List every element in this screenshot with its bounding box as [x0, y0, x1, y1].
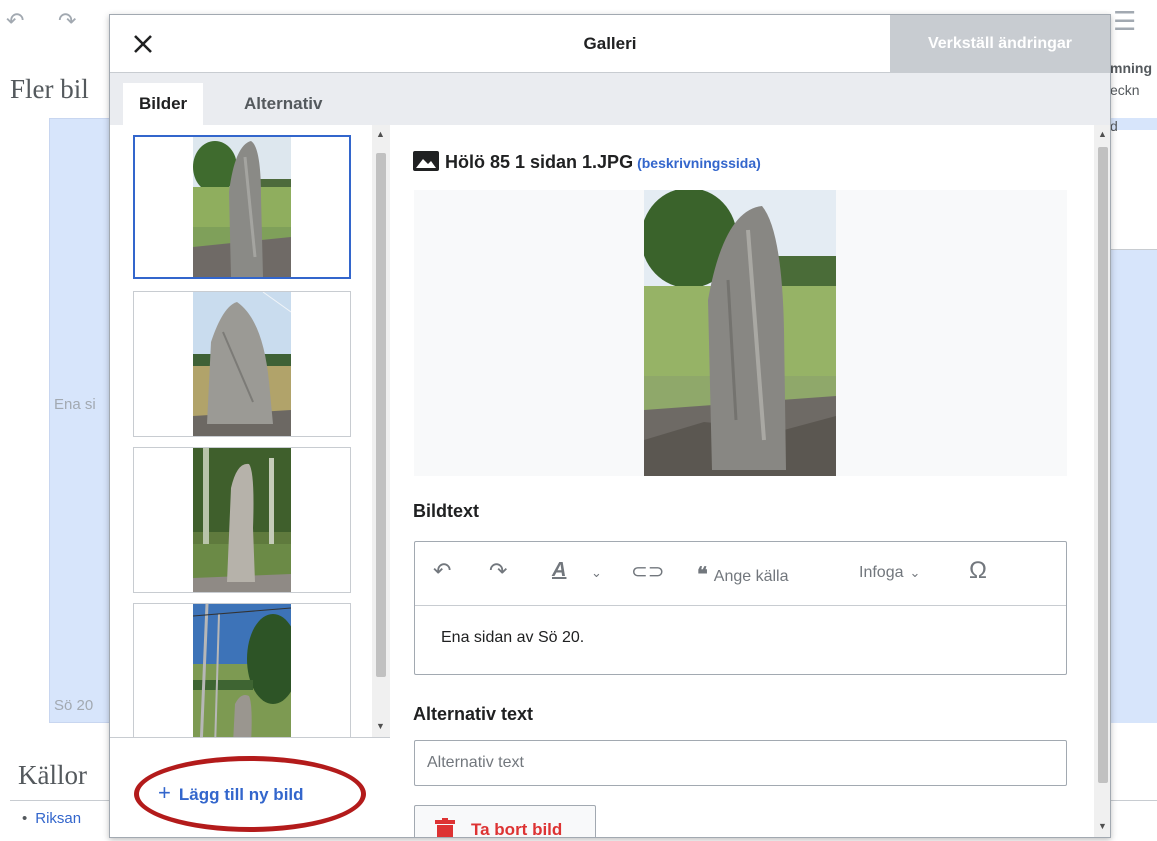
background-source-link: Riksan	[35, 810, 82, 827]
delete-image-label: Ta bort bild	[471, 820, 563, 838]
scroll-down-icon[interactable]: ▼	[1098, 821, 1107, 831]
scrollbar-thumb[interactable]	[376, 153, 386, 677]
tab-images[interactable]: Bilder	[123, 83, 204, 125]
file-title: Hölö 85 1 sidan 1.JPG (beskrivningssida)	[413, 151, 761, 176]
tab-options[interactable]: Alternativ	[228, 83, 338, 125]
background-heading-sources: Källor	[18, 760, 87, 790]
redo-icon: ↷	[58, 8, 77, 33]
text-style-icon[interactable]: A	[552, 559, 566, 582]
insert-menu-button[interactable]: Infoga ⌄	[859, 562, 920, 582]
redo-icon[interactable]: ↷	[489, 558, 507, 584]
thumbnail-item-1[interactable]	[133, 135, 351, 279]
background-right-text-3: d	[1110, 118, 1118, 134]
background-caption-2: Sö 20	[54, 697, 94, 714]
caption-editor: ↶ ↷ A ⌄ ⊂⊃ ❝ Ange källa Infoga ⌄ Ω Ena sid…	[414, 541, 1067, 675]
quote-icon: ❝	[697, 564, 708, 586]
detail-scrollbar[interactable]: ▲ ▼	[1094, 125, 1110, 837]
bullet-icon: •	[22, 810, 28, 827]
add-image-label: Lägg till ny bild	[178, 785, 304, 804]
cite-button[interactable]: ❝ Ange källa	[697, 562, 788, 587]
background-heading-more-images: Fler bil	[10, 74, 89, 104]
insert-label: Infoga	[859, 564, 904, 581]
special-character-icon[interactable]: Ω	[969, 557, 987, 585]
file-name: Hölö 85 1 sidan 1.JPG	[445, 152, 634, 172]
alt-text-input[interactable]	[414, 740, 1067, 786]
background-right-text-1: mning	[1110, 60, 1152, 76]
cite-label: Ange källa	[713, 568, 789, 585]
chevron-down-icon[interactable]: ⌄	[591, 565, 602, 581]
dialog-header: Galleri Verkställ ändringar	[110, 15, 1110, 73]
scroll-down-icon[interactable]: ▼	[376, 721, 385, 731]
description-page-link[interactable]: (beskrivningssida)	[637, 155, 761, 171]
trash-icon	[435, 818, 455, 837]
alt-text-section-label: Alternativ text	[413, 704, 534, 724]
scroll-up-icon[interactable]: ▲	[376, 129, 385, 139]
thumbnail-item-2[interactable]	[133, 291, 351, 437]
thumbnail-image-1	[193, 137, 291, 277]
scrollbar-thumb[interactable]	[1098, 147, 1108, 783]
background-source-item: • Riksan	[22, 810, 81, 827]
thumbnail-image-2	[193, 292, 291, 436]
background-caption-1: Ena si	[54, 396, 96, 413]
editor-toolbar: ↶ ↷ A ⌄ ⊂⊃ ❝ Ange källa Infoga ⌄ Ω	[415, 542, 1066, 606]
thumbnail-list	[110, 125, 372, 737]
delete-image-button[interactable]: Ta bort bild	[414, 805, 596, 838]
scroll-up-icon[interactable]: ▲	[1098, 129, 1107, 139]
image-icon	[413, 151, 439, 176]
thumbnail-image-4	[193, 604, 291, 737]
link-icon[interactable]: ⊂⊃	[631, 559, 665, 584]
thumbnail-panel: ▲ ▼ + Lägg till ny bild	[110, 125, 390, 837]
undo-icon: ↶	[6, 8, 25, 33]
undo-icon[interactable]: ↶	[433, 558, 451, 584]
tab-bar: Bilder Alternativ	[110, 73, 1110, 125]
thumbnail-footer: + Lägg till ny bild	[110, 737, 390, 837]
apply-changes-button[interactable]: Verkställ ändringar	[890, 15, 1110, 73]
thumbnail-item-3[interactable]	[133, 447, 351, 593]
image-preview-photo	[644, 190, 836, 476]
background-right-text-2: eckn	[1110, 82, 1140, 98]
menu-icon: ☰	[1113, 6, 1137, 36]
thumbnail-item-4[interactable]	[133, 603, 351, 737]
thumbnail-scrollbar[interactable]: ▲ ▼	[372, 125, 390, 737]
image-preview	[414, 190, 1067, 476]
caption-text[interactable]: Ena sidan av Sö 20.	[441, 629, 584, 647]
chevron-down-icon: ⌄	[909, 565, 921, 580]
gallery-dialog: Galleri Verkställ ändringar Bilder Alter…	[109, 14, 1111, 838]
caption-section-label: Bildtext	[413, 501, 480, 521]
plus-icon: +	[158, 780, 171, 805]
add-image-button[interactable]: + Lägg till ny bild	[158, 780, 304, 806]
thumbnail-image-3	[193, 448, 291, 592]
image-detail-panel: Hölö 85 1 sidan 1.JPG (beskrivningssida) …	[391, 125, 1110, 838]
